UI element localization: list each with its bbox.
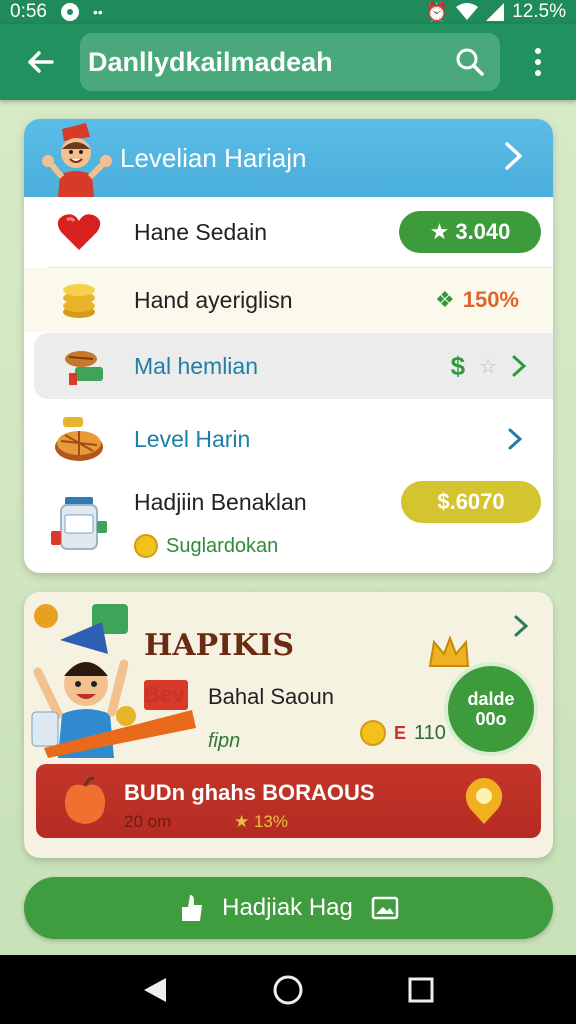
- menu-dot-icon: [535, 70, 541, 76]
- promo-title: HAPIKIS: [144, 628, 294, 663]
- levels-card: Levelian Hariajn Hane Sedain ★ 3.040 Han…: [24, 119, 553, 573]
- alarm-icon: ⏰: [425, 1, 449, 22]
- levels-header-title: Levelian Hariajn: [120, 142, 307, 173]
- list-item-label: Hand ayeriglisn: [134, 286, 293, 313]
- chevron-right-icon: [508, 428, 523, 450]
- nav-back-icon[interactable]: [142, 976, 168, 1004]
- list-item-sublabel: Suglardokan: [166, 534, 279, 557]
- list-item[interactable]: Level Harin: [24, 401, 553, 477]
- reward-badge: $.6070: [401, 481, 541, 523]
- chevron-right-icon: [512, 355, 527, 377]
- primary-action-label: Hadjiak Hag: [222, 894, 353, 921]
- list-item-label: Mal hemlian: [134, 352, 258, 379]
- system-nav-bar: [0, 955, 576, 1024]
- search-button[interactable]: [452, 44, 488, 80]
- status-time: 0:56: [10, 1, 47, 22]
- promo-card[interactable]: Bev HAPIKIS Bahal Saoun fipn E 110 dalde…: [24, 592, 553, 858]
- cast-icon: ••: [92, 4, 103, 20]
- jar-icon: [24, 477, 134, 555]
- chevron-right-icon: [505, 142, 522, 170]
- back-arrow-icon: [28, 51, 54, 73]
- list-item[interactable]: Hane Sedain ★ 3.040: [24, 197, 553, 267]
- nav-home-icon[interactable]: [272, 974, 304, 1006]
- reward-indicator: E 110: [360, 720, 446, 746]
- menu-dot-icon: [535, 48, 541, 54]
- sign-label: E: [394, 722, 407, 743]
- banner-right-value: ★ 13%: [234, 812, 288, 831]
- image-icon: [371, 896, 399, 920]
- signal-icon: [486, 3, 505, 21]
- promo-small-text: fipn: [208, 730, 241, 752]
- cheering-kid-illustration: [31, 604, 196, 758]
- overflow-menu-button[interactable]: [500, 48, 576, 76]
- score-badge: ★ 3.040: [399, 211, 541, 253]
- percent-indicator: ❖ 150%: [435, 287, 519, 313]
- dollar-icon: $: [450, 350, 466, 381]
- promo-subtitle: Bahal Saoun: [208, 684, 334, 709]
- reward-value: 110: [414, 721, 446, 744]
- star-outline-icon: ☆: [479, 355, 497, 378]
- chevron-right-icon: [514, 615, 529, 637]
- search-icon: [456, 48, 484, 76]
- app-bar: Danllydkailmadeah: [0, 24, 576, 100]
- nav-recents-icon[interactable]: [408, 977, 434, 1003]
- primary-action-button[interactable]: Hadjiak Hag: [24, 877, 553, 939]
- list-item-selected[interactable]: Mal hemlian $ ☆: [34, 333, 553, 399]
- bonus-banner[interactable]: BUDn ghahs BORAOUS 20 om ★ 13%: [36, 764, 541, 838]
- peach-icon: [64, 776, 106, 824]
- search-bar[interactable]: Danllydkailmadeah: [80, 33, 500, 91]
- percent-value: 150%: [462, 287, 519, 312]
- back-button[interactable]: [0, 24, 80, 100]
- list-item[interactable]: Hadjiin Benaklan Suglardokan $.6070: [24, 477, 553, 573]
- star-icon: ★: [429, 219, 450, 244]
- list-item[interactable]: Hand ayeriglisn ❖ 150%: [24, 268, 553, 332]
- coin-stack-icon: [24, 280, 134, 320]
- status-bar: 0:56 •• ⏰ 12.5%: [0, 0, 576, 24]
- reward-value: $.6070: [437, 489, 505, 514]
- pie-dish-icon: [24, 413, 134, 465]
- battery-text: 12.5%: [512, 1, 566, 22]
- list-item-label: Hadjiin Benaklan: [134, 489, 307, 515]
- list-item-label: Level Harin: [134, 425, 251, 452]
- promo-ribbon: Bev: [144, 682, 185, 707]
- score-value: 3.040: [455, 219, 511, 244]
- hand-icon: [182, 895, 203, 921]
- banner-title: BUDn ghahs BORAOUS: [124, 780, 375, 805]
- mascot-icon: [24, 119, 120, 197]
- heart-icon: [24, 212, 134, 252]
- coin-icon: [360, 720, 386, 746]
- collect-badge-button[interactable]: dalde 00o: [444, 662, 538, 756]
- cash-icon: ❖: [434, 287, 455, 312]
- banner-left-value: 20 om: [124, 812, 172, 831]
- menu-dot-icon: [535, 59, 541, 65]
- wifi-icon: [456, 3, 479, 20]
- basket-icon: [34, 345, 134, 387]
- notification-icon: [60, 3, 79, 21]
- location-pin-icon: [465, 778, 503, 824]
- row-actions: $ ☆: [451, 351, 527, 382]
- banner-percent: 13%: [253, 812, 288, 831]
- app-title: Danllydkailmadeah: [88, 46, 333, 77]
- badge-line-1: dalde: [467, 689, 515, 709]
- levels-header[interactable]: Levelian Hariajn: [24, 119, 553, 197]
- list-item-label: Hane Sedain: [134, 218, 267, 245]
- crown-icon: [428, 636, 470, 667]
- badge-line-2: 00o: [475, 709, 507, 729]
- coin-icon: [134, 534, 158, 558]
